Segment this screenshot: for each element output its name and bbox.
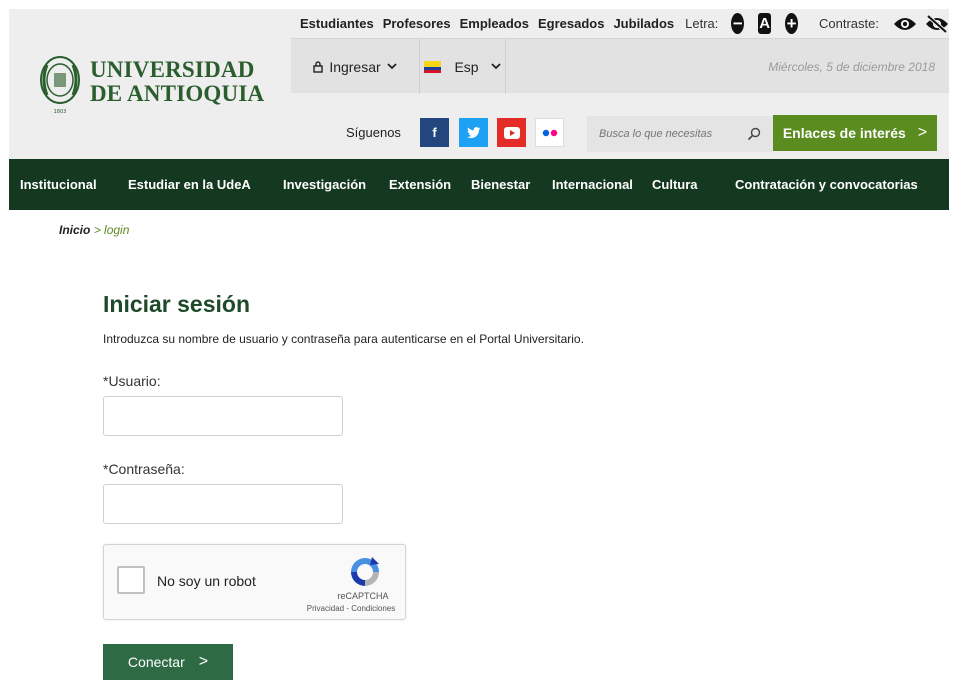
font-increase-icon[interactable]: + [785,13,799,34]
chevron-right-icon: > [917,124,928,141]
twitter-icon[interactable] [459,118,488,147]
nav-cultura[interactable]: Cultura [652,159,698,210]
login-intro: Introduzca su nombre de usuario y contra… [103,332,584,346]
site-header: 1803 UNIVERSIDAD DE ANTIOQUIA Estudiante… [9,9,949,159]
recaptcha-links[interactable]: Privacidad - Condiciones [300,604,402,613]
contraste-label: Contraste: [819,16,879,31]
recaptcha-label: No soy un robot [157,573,256,589]
breadcrumb-home[interactable]: Inicio [59,223,90,237]
breadcrumb-separator: > [93,223,101,237]
link-jubilados[interactable]: Jubilados [613,16,674,31]
svg-text:1803: 1803 [54,109,67,115]
conectar-label: Conectar [127,654,185,670]
language-label: Esp [454,58,479,75]
page-title: Iniciar sesión [103,291,251,317]
username-field[interactable] [103,396,343,436]
colombia-flag-icon [424,60,442,73]
chevron-right-icon: > [198,653,209,670]
letra-label: Letra: [685,16,719,31]
search-icon[interactable] [747,127,761,141]
nav-institucional[interactable]: Institucional [20,159,97,210]
enlaces-label: Enlaces de interés [782,125,906,141]
chevron-down-icon [490,63,501,70]
recaptcha-logo-icon [351,557,379,586]
link-egresados[interactable]: Egresados [538,16,604,31]
facebook-icon[interactable]: f [420,118,449,147]
flickr-icon[interactable] [535,118,564,147]
nav-bienestar[interactable]: Bienestar [471,159,530,210]
youtube-icon[interactable] [497,118,526,147]
ingresar-label: Ingresar [329,58,381,75]
breadcrumb-current: login [104,223,130,237]
search-input[interactable] [587,128,737,140]
language-dropdown[interactable]: Esp [420,39,506,94]
enlaces-de-interes-button[interactable]: Enlaces de interés > [773,115,937,151]
ingresar-dropdown[interactable]: Ingresar [291,39,420,94]
site-search [587,116,773,152]
nav-estudiar[interactable]: Estudiar en la UdeA [128,159,251,210]
lock-icon [313,60,324,73]
nav-internacional[interactable]: Internacional [552,159,633,210]
link-estudiantes[interactable]: Estudiantes [300,16,374,31]
logo-wordmark: UNIVERSIDAD DE ANTIOQUIA [90,58,264,106]
chevron-down-icon [387,63,397,70]
nav-extension[interactable]: Extensión [389,159,451,210]
font-decrease-icon[interactable]: − [731,13,745,34]
recaptcha-checkbox[interactable] [117,566,145,594]
conectar-button[interactable]: Conectar > [103,644,233,680]
eye-off-icon[interactable] [925,14,949,33]
current-date: Miércoles, 5 de diciembre 2018 [768,60,935,74]
main-nav: Institucional Estudiar en la UdeA Invest… [9,159,949,210]
recaptcha-brand: reCAPTCHA [337,591,389,601]
username-label: *Usuario: [103,373,161,389]
nav-contratacion[interactable]: Contratación y convocatorias [735,159,918,210]
nav-investigacion[interactable]: Investigación [283,159,366,210]
password-label: *Contraseña: [103,461,185,477]
audience-bar: Estudiantes Profesores Empleados Egresad… [291,9,949,38]
eye-icon[interactable] [893,15,917,33]
logo-line-1: UNIVERSIDAD [90,57,255,82]
recaptcha-widget: No soy un robot reCAPTCHA Privacidad - C… [103,544,406,620]
utility-bar: Ingresar Esp Miércoles, 5 de diciembre 2… [291,38,949,94]
university-logo[interactable]: 1803 UNIVERSIDAD DE ANTIOQUIA [37,53,287,117]
password-field[interactable] [103,484,343,524]
university-seal-icon: 1803 [40,56,80,115]
font-normal-icon[interactable]: A [758,13,772,34]
link-empleados[interactable]: Empleados [460,16,529,31]
link-profesores[interactable]: Profesores [383,16,451,31]
breadcrumb: Inicio > login [59,223,129,237]
siguenos-label: Síguenos [346,125,401,140]
logo-line-2: DE ANTIOQUIA [90,81,265,106]
